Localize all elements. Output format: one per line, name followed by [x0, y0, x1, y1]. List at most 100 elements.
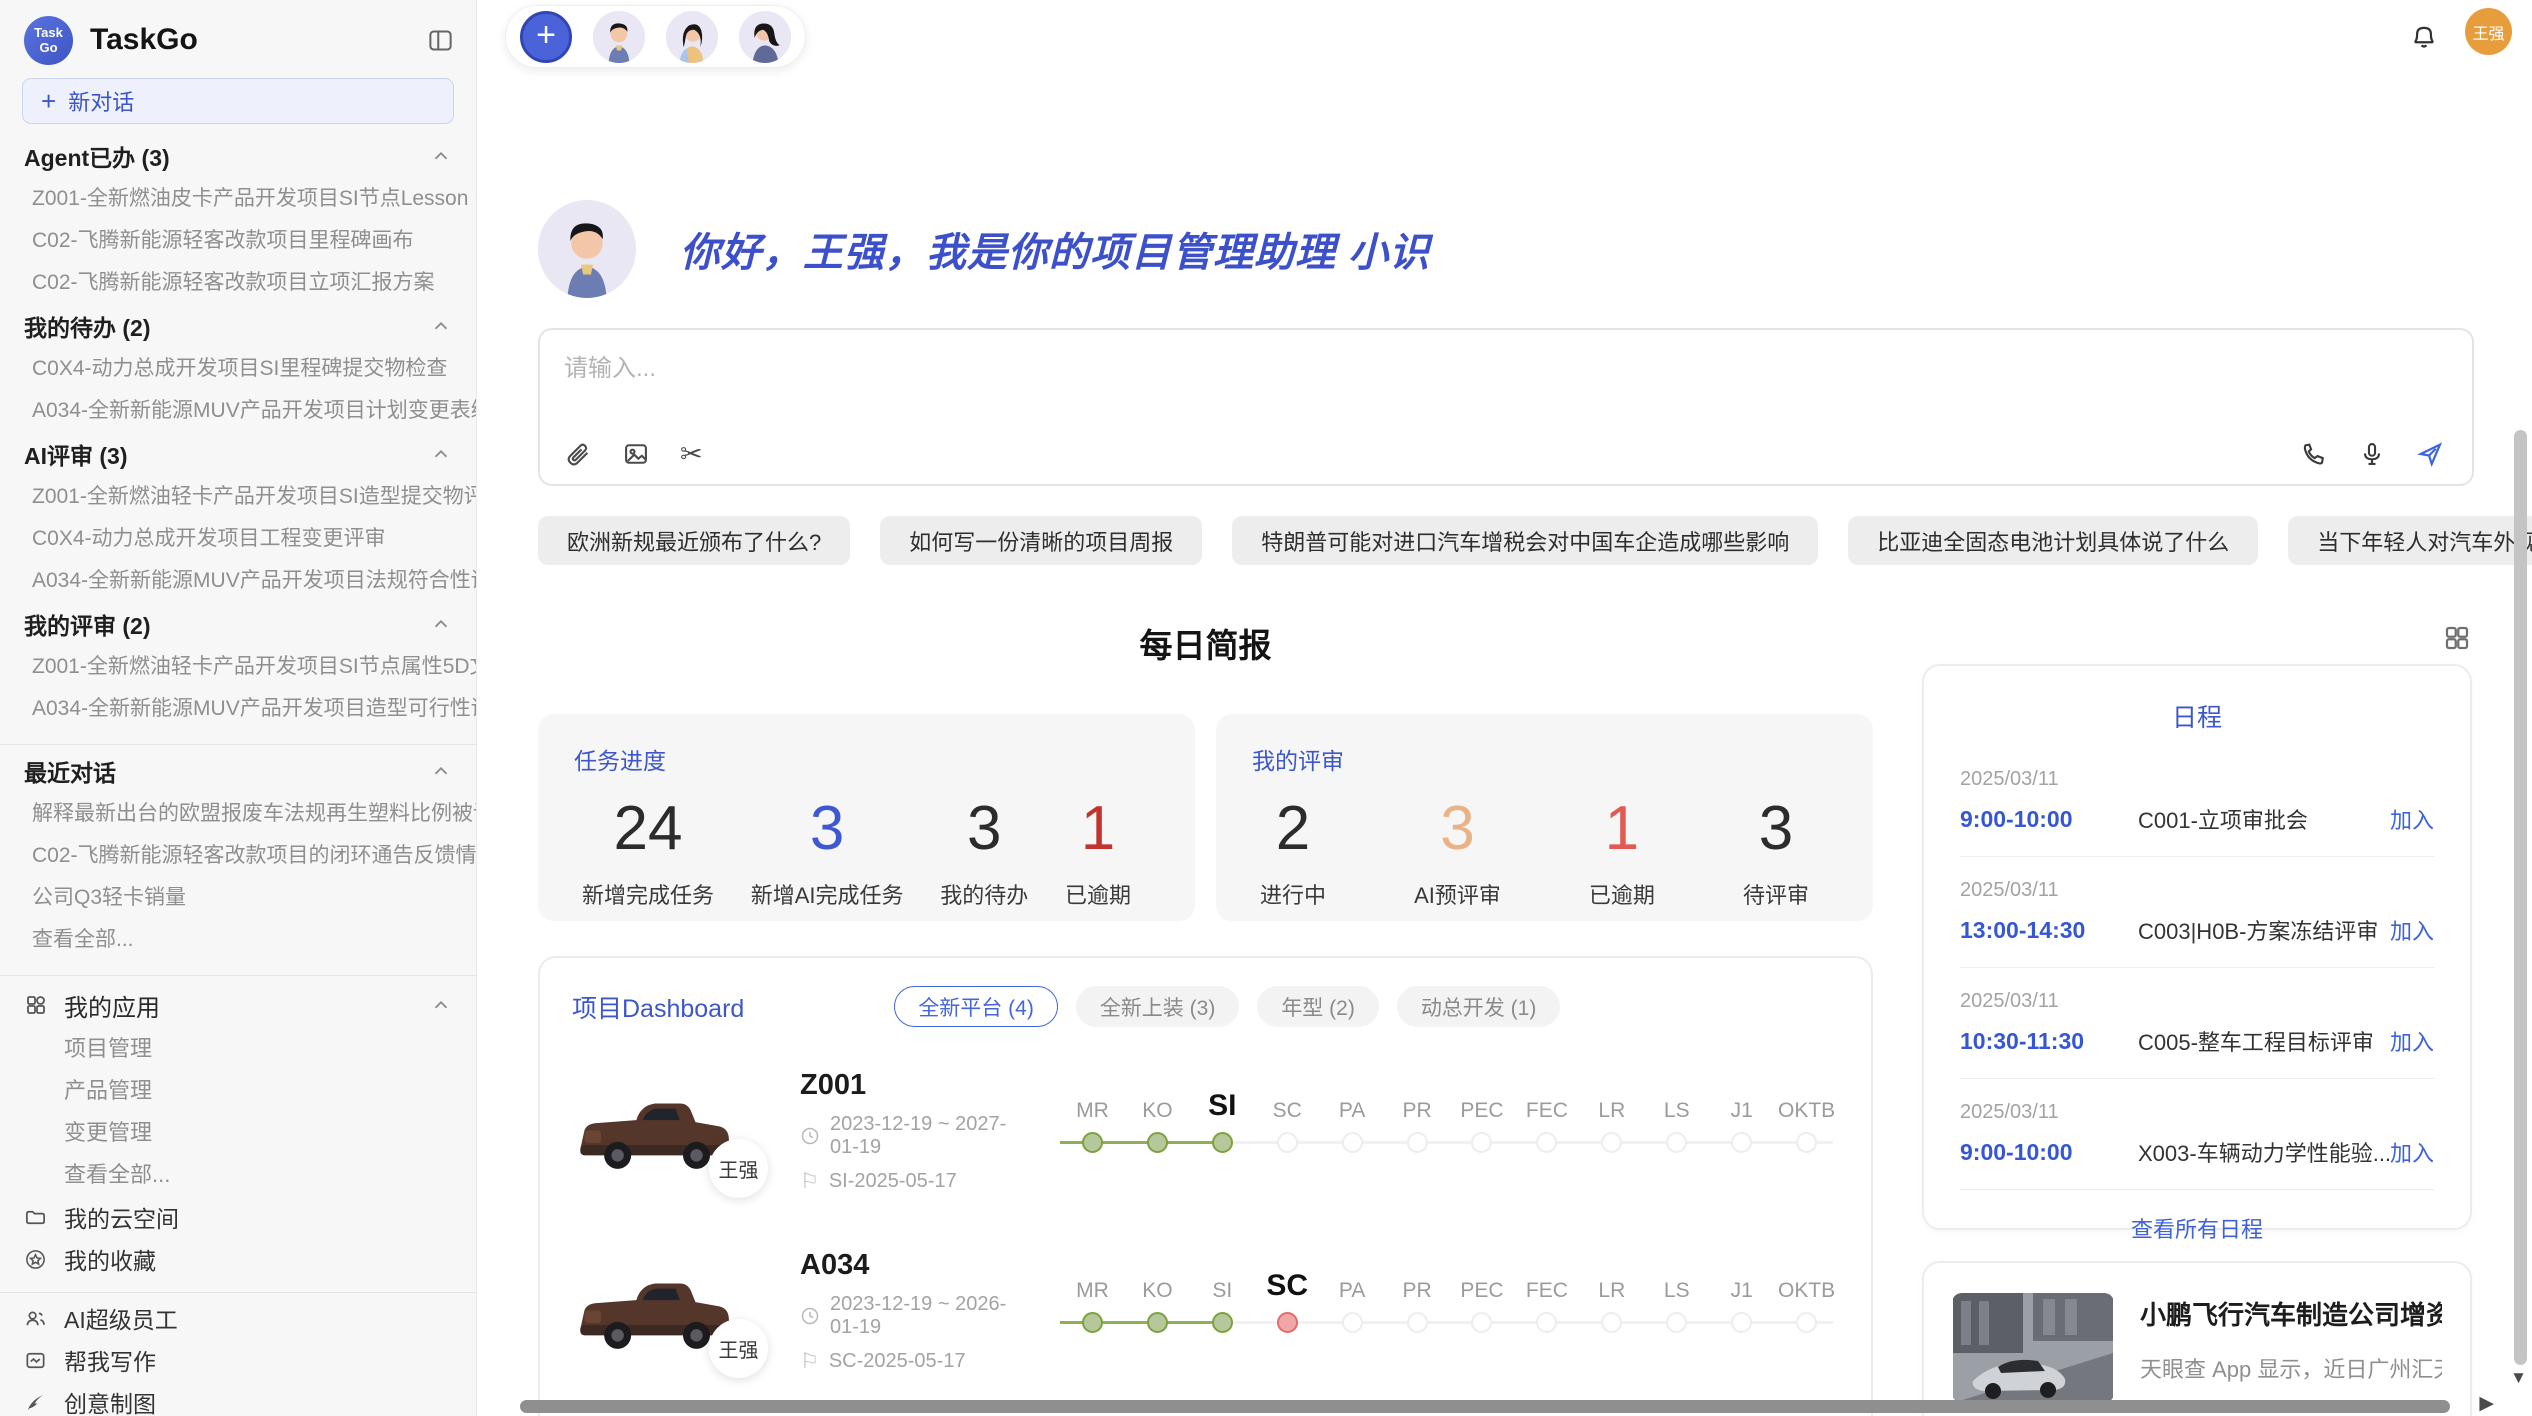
suggestion-chip[interactable]: 当下年轻人对汽车外观有怎样的喜好趋势 — [2288, 516, 2532, 565]
send-icon[interactable] — [2416, 440, 2444, 468]
chevron-up-icon[interactable] — [430, 613, 452, 635]
join-button[interactable]: 加入 — [2390, 1136, 2434, 1168]
join-button[interactable]: 加入 — [2390, 914, 2434, 946]
project-dates: 2023-12-19 ~ 2026-01-19 — [800, 1293, 1032, 1339]
project-row[interactable]: 王强 Z001 2023-12-19 ~ 2027-01-19 ⚐ — [572, 1069, 1839, 1193]
sidebar-item-help-write[interactable]: 帮我写作 — [0, 1339, 476, 1381]
section-agent-done[interactable]: Agent已办 (3) — [0, 134, 476, 178]
list-item[interactable]: A034-全新新能源MUV产品开发项目法规符合性评审 — [0, 560, 476, 602]
schedule-event-title: C003|H0B-方案冻结评审 — [2138, 914, 2390, 946]
arrow-down-icon[interactable]: ▼ — [2510, 1368, 2527, 1388]
app-item-product-mgmt[interactable]: 产品管理 — [0, 1070, 476, 1112]
sidebar-item-cloud-space[interactable]: 我的云空间 — [0, 1196, 476, 1238]
milestone-step: PA — [1320, 1081, 1385, 1181]
arrow-right-icon[interactable]: ▶ — [2479, 1392, 2494, 1415]
chevron-up-icon[interactable] — [430, 994, 452, 1016]
list-item[interactable]: Z001-全新燃油皮卡产品开发项目SI节点Lesson Learn报告 — [0, 178, 476, 220]
list-item[interactable]: C0X4-动力总成开发项目工程变更评审 — [0, 518, 476, 560]
news-card[interactable]: 小鹏飞行汽车制造公司增资 天眼查 App 显示，近日广州汇天飞行汽... — [1922, 1261, 2472, 1416]
horizontal-scrollbar[interactable] — [520, 1400, 2450, 1413]
sidebar-item-ai-employee[interactable]: AI超级员工 — [0, 1297, 476, 1339]
list-item[interactable]: C0X4-动力总成开发项目SI里程碑提交物检查 — [0, 348, 476, 390]
chevron-up-icon[interactable] — [430, 760, 452, 782]
section-recent-chats[interactable]: 最近对话 — [0, 749, 476, 793]
vertical-scrollbar[interactable] — [2514, 430, 2527, 1365]
chat-input[interactable] — [564, 348, 1916, 408]
phone-call-icon[interactable] — [2300, 440, 2328, 468]
chevron-up-icon[interactable] — [430, 443, 452, 465]
attachment-icon[interactable] — [564, 440, 592, 468]
schedule-item: 2025/03/11 9:00-10:00 X003-车辆动力学性能验... 加… — [1960, 1101, 2434, 1168]
list-item[interactable]: C02-飞腾新能源轻客改款项目立项汇报方案 — [0, 262, 476, 304]
milestone-dot — [1666, 1132, 1687, 1153]
list-item[interactable]: Z001-全新燃油轻卡产品开发项目SI节点属性5D文件评审 — [0, 646, 476, 688]
milestone-step: KO — [1125, 1261, 1190, 1361]
new-chat-button[interactable]: + 新对话 — [22, 78, 454, 124]
sidebar-item-favorites[interactable]: 我的收藏 — [0, 1238, 476, 1280]
view-all-apps-link[interactable]: 查看全部... — [0, 1154, 476, 1196]
milestone-dot — [1082, 1132, 1103, 1153]
list-item[interactable]: Z001-全新燃油轻卡产品开发项目SI造型提交物评审 — [0, 476, 476, 518]
dashboard-header: 项目Dashboard 全新平台 (4) 全新上装 (3) 年型 (2) 动总开… — [572, 986, 1839, 1027]
scissors-icon[interactable]: ✂ — [680, 440, 703, 468]
view-all-chats-link[interactable]: 查看全部... — [0, 919, 476, 961]
schedule-column: 日程 2025/03/11 9:00-10:00 C001-立项审批会 加入 2 — [1922, 617, 2472, 1416]
milestone-step: LS — [1644, 1081, 1709, 1181]
chevron-up-icon[interactable] — [430, 315, 452, 337]
milestone-dot — [1342, 1312, 1363, 1333]
creative-draw-label: 创意制图 — [64, 1385, 156, 1416]
list-item[interactable]: C02-飞腾新能源轻客改款项目里程碑画布 — [0, 220, 476, 262]
tab-new-body[interactable]: 全新上装 (3) — [1076, 986, 1240, 1027]
app-item-change-mgmt[interactable]: 变更管理 — [0, 1112, 476, 1154]
microphone-icon[interactable] — [2358, 440, 2386, 468]
tab-powertrain[interactable]: 动总开发 (1) — [1397, 986, 1561, 1027]
milestone-dot — [1536, 1312, 1557, 1333]
tab-year-model[interactable]: 年型 (2) — [1257, 986, 1379, 1027]
image-icon[interactable] — [622, 440, 650, 468]
chevron-up-icon[interactable] — [430, 145, 452, 167]
milestone-dot — [1407, 1132, 1428, 1153]
project-info: Z001 2023-12-19 ~ 2027-01-19 ⚐ SI-2025-0… — [800, 1069, 1032, 1193]
stat-value: 24 — [582, 794, 714, 864]
main-area: + 王强 你好，王强，我是你的项目管理助理 小识 ✂ — [477, 0, 2532, 1416]
schedule-card: 日程 2025/03/11 9:00-10:00 C001-立项审批会 加入 2 — [1922, 664, 2472, 1230]
stat-value: 3 — [751, 794, 904, 864]
section-my-review[interactable]: 我的评审 (2) — [0, 602, 476, 646]
project-row[interactable]: 王强 A034 2023-12-19 ~ 2026-01-19 ⚐ — [572, 1249, 1839, 1373]
schedule-item: 2025/03/11 13:00-14:30 C003|H0B-方案冻结评审 加… — [1960, 879, 2434, 946]
view-all-schedule-link[interactable]: 查看所有日程 — [1960, 1212, 2434, 1244]
sidebar-item-creative-draw[interactable]: 创意制图 — [0, 1381, 476, 1416]
suggestion-chip[interactable]: 比亚迪全固态电池计划具体说了什么 — [1848, 516, 2258, 565]
app-item-project-mgmt[interactable]: 项目管理 — [0, 1028, 476, 1070]
section-ai-review[interactable]: AI评审 (3) — [0, 432, 476, 476]
layout-grid-icon[interactable] — [2442, 623, 2472, 653]
section-title: Agent已办 (3) — [24, 139, 170, 173]
list-item[interactable]: A034-全新新能源MUV产品开发项目计划变更表编写 — [0, 390, 476, 432]
suggestion-chip[interactable]: 欧洲新规最近颁布了什么? — [538, 516, 850, 565]
tab-all-new-platform[interactable]: 全新平台 (4) — [894, 986, 1058, 1027]
list-item[interactable]: A034-全新新能源MUV产品开发项目造型可行性评审 — [0, 688, 476, 730]
milestone-dot — [1407, 1312, 1428, 1333]
project-dates: 2023-12-19 ~ 2027-01-19 — [800, 1113, 1032, 1159]
section-my-todo[interactable]: 我的待办 (2) — [0, 304, 476, 348]
section-title: 我的待办 (2) — [24, 309, 151, 343]
people-icon — [24, 1307, 47, 1330]
logo-line1: Task — [34, 25, 63, 40]
suggestion-chip[interactable]: 如何写一份清晰的项目周报 — [880, 516, 1202, 565]
sidebar-item-my-apps[interactable]: 我的应用 — [0, 982, 476, 1028]
join-button[interactable]: 加入 — [2390, 803, 2434, 835]
news-body: 小鹏飞行汽车制造公司增资 天眼查 App 显示，近日广州汇天飞行汽... — [2140, 1293, 2442, 1399]
milestone-label: J1 — [1731, 1081, 1753, 1123]
collapse-sidebar-icon[interactable] — [427, 27, 454, 54]
milestone-step: SC — [1255, 1261, 1320, 1361]
milestone-step: PEC — [1450, 1081, 1515, 1181]
list-item[interactable]: 解释最新出台的欧盟报废车法规再生塑料比例被调至15%... — [0, 793, 476, 835]
clock-icon — [800, 1306, 820, 1326]
list-item[interactable]: 公司Q3轻卡销量 — [0, 877, 476, 919]
join-button[interactable]: 加入 — [2390, 1025, 2434, 1057]
list-item[interactable]: C02-飞腾新能源轻客改款项目的闭环通告反馈情况 — [0, 835, 476, 877]
sidebar: Task Go TaskGo + 新对话 Agent已办 (3) Z001-全新… — [0, 0, 477, 1416]
assistant-avatar — [538, 200, 636, 298]
suggestion-chip[interactable]: 特朗普可能对进口汽车增税会对中国车企造成哪些影响 — [1232, 516, 1818, 565]
composer-left-tools: ✂ — [564, 440, 703, 468]
